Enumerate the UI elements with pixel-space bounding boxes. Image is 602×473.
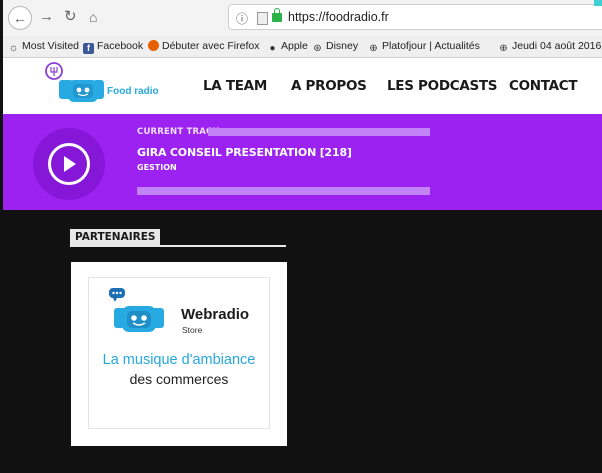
play-button[interactable] — [48, 143, 90, 185]
bookmark-label: Facebook — [97, 40, 144, 52]
bookmark-facebook[interactable]: f Facebook — [83, 40, 143, 54]
forward-button[interactable]: → — [39, 8, 54, 26]
bookmarks-bar: ☼ Most Visited f Facebook Débuter avec Fir… — [3, 36, 602, 58]
globe-icon: ⊕ — [499, 43, 508, 54]
facebook-icon: f — [83, 43, 94, 54]
page-icon — [257, 12, 268, 25]
track-subtitle: GESTION — [137, 163, 177, 172]
reload-button[interactable]: ↻ — [64, 8, 77, 26]
food-radio-logo[interactable]: Food radio — [39, 62, 179, 110]
site-header: Food radio LA TEAM A PROPOS LES PODCASTS… — [3, 58, 602, 114]
nav-la-team[interactable]: LA TEAM — [203, 78, 267, 94]
browser-toolbar: ← → ↻ ⌂ ⓘ https://foodradio.fr — [3, 0, 602, 36]
bookmark-platofjour[interactable]: ⊕ Platofjour | Actualités — [368, 40, 480, 54]
nav-les-podcasts[interactable]: LES PODCASTS — [387, 78, 498, 94]
partners-heading: PARTENAIRES — [70, 229, 161, 245]
bookmark-label: Jeudi 04 août 2016 : — [512, 40, 602, 52]
home-button[interactable]: ⌂ — [89, 8, 97, 26]
current-track-bar — [208, 128, 430, 136]
webradio-store: Store — [182, 325, 203, 335]
globe-icon: ⊕ — [369, 43, 378, 54]
partner-banner[interactable]: Webradio Store La musique d'ambiance des… — [88, 277, 270, 429]
partner-card[interactable]: Webradio Store La musique d'ambiance des… — [71, 262, 287, 446]
back-button[interactable]: ← — [8, 6, 32, 30]
bookmark-label: Apple — [281, 40, 308, 52]
tagline-line-1: La musique d'ambiance — [102, 352, 256, 368]
current-track-label: CURRENT TRACK — [137, 127, 220, 137]
bookmark-label: Débuter avec Firefox — [162, 40, 260, 52]
apple-icon: ● — [269, 43, 276, 54]
address-bar[interactable]: ⓘ https://foodradio.fr — [228, 4, 602, 30]
bookmark-apple[interactable]: ● Apple — [267, 40, 308, 54]
bookmark-most-visited[interactable]: ☼ Most Visited — [8, 40, 79, 54]
nav-contact[interactable]: CONTACT — [509, 78, 578, 94]
url-text[interactable]: https://foodradio.fr — [288, 10, 389, 24]
play-icon — [64, 156, 76, 172]
bookmark-firefox[interactable]: Débuter avec Firefox — [148, 40, 259, 52]
main-content: PARTENAIRES Webradio Store La musique d'… — [3, 210, 602, 473]
info-icon[interactable]: ⓘ — [236, 10, 248, 27]
tagline-line-2: des commerces — [129, 371, 229, 387]
partners-divider — [70, 245, 286, 247]
disney-icon: ⊛ — [313, 43, 322, 54]
gear-icon: ☼ — [8, 42, 19, 54]
track-progress-bar[interactable] — [137, 187, 430, 195]
lock-icon[interactable] — [272, 8, 282, 22]
window-frame-edge — [0, 0, 3, 473]
bookmark-label: Platofjour | Actualités — [382, 40, 480, 52]
webradio-robot-icon — [109, 288, 164, 332]
radio-player: CURRENT TRACK GIRA CONSEIL PRESENTATION … — [20, 114, 602, 210]
player-left-edge — [3, 114, 20, 210]
bookmark-jeudi[interactable]: ⊕ Jeudi 04 août 2016 : — [498, 40, 602, 54]
corner-accent — [594, 0, 602, 6]
bookmark-label: Most Visited — [22, 40, 79, 52]
bookmark-disney[interactable]: ⊛ Disney — [312, 40, 358, 54]
webradio-name: Webradio — [181, 306, 250, 323]
bookmark-label: Disney — [326, 40, 359, 52]
logo-text: Food radio — [107, 86, 159, 97]
nav-a-propos[interactable]: A PROPOS — [291, 78, 367, 94]
track-title: GIRA CONSEIL PRESENTATION [218] — [137, 146, 352, 159]
firefox-icon — [148, 40, 159, 51]
